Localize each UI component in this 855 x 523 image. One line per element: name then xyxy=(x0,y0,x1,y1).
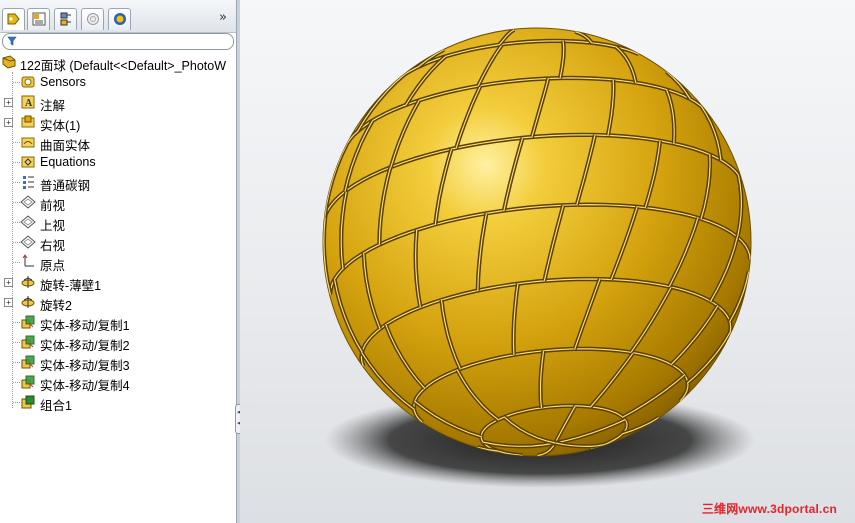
tree-item[interactable]: 组合1 xyxy=(0,392,236,413)
model-scene[interactable] xyxy=(240,0,855,523)
tree-guide-branch xyxy=(13,322,20,323)
sensor-icon xyxy=(21,76,35,88)
tree-item[interactable]: 实体-移动/复制1 xyxy=(0,312,236,333)
tree-item[interactable]: 原点 xyxy=(0,252,236,273)
tab-dimxpert-manager[interactable] xyxy=(81,8,104,30)
annotations-icon: A xyxy=(21,95,35,109)
tree-item[interactable]: 曲面实体 xyxy=(0,132,236,153)
move-copy-body-icon xyxy=(21,315,35,329)
tree-filter-input[interactable] xyxy=(2,33,234,50)
tree-item[interactable]: 实体-移动/复制3 xyxy=(0,352,236,373)
plane-icon xyxy=(20,235,36,249)
tree-guide-branch xyxy=(13,162,20,163)
tree-guide-branch xyxy=(13,82,20,83)
tab-feature-manager[interactable] xyxy=(2,8,25,30)
move-copy-body-icon xyxy=(21,355,35,369)
solid-bodies-icon xyxy=(21,115,35,128)
tree-guide-branch xyxy=(13,142,20,143)
tree-guide-branch xyxy=(13,402,20,403)
property-manager-icon xyxy=(32,12,46,26)
tree-item[interactable]: 前视 xyxy=(0,192,236,213)
tab-display-manager[interactable] xyxy=(108,8,131,30)
tree-root-part[interactable]: 122面球 (Default<<Default>_PhotoW xyxy=(0,52,236,73)
tree-guide-branch xyxy=(13,222,20,223)
combine-icon xyxy=(21,395,35,409)
filter-funnel-icon xyxy=(7,36,17,46)
dimxpert-icon xyxy=(87,13,99,25)
move-copy-body-icon xyxy=(21,335,35,349)
manager-tab-strip: » xyxy=(0,0,236,33)
graphics-viewport[interactable]: 三维网www.3dportal.cn xyxy=(240,0,855,523)
appearance-icon xyxy=(114,13,126,25)
tree-guide-branch xyxy=(13,362,20,363)
tab-configuration-manager[interactable] xyxy=(54,8,77,30)
tree-item-label: 组合1 xyxy=(40,399,72,413)
svg-text:A: A xyxy=(25,98,33,109)
tree-item[interactable]: + 旋转-薄壁1 xyxy=(0,272,236,293)
tree-guide-branch xyxy=(13,202,20,203)
tree-item[interactable]: 上视 xyxy=(0,212,236,233)
tree-guide-branch xyxy=(13,382,20,383)
tree-item[interactable]: 普通碳钢 xyxy=(0,172,236,193)
surface-bodies-icon xyxy=(21,137,35,148)
plane-icon xyxy=(20,215,36,229)
plane-icon xyxy=(20,195,36,209)
move-copy-body-icon xyxy=(21,375,35,389)
tree-item[interactable]: Sensors xyxy=(0,72,236,92)
tree-item[interactable]: + 实体(1) xyxy=(0,112,236,133)
tree-item[interactable]: + A 注解 xyxy=(0,92,236,113)
tree-item[interactable]: 实体-移动/复制4 xyxy=(0,372,236,393)
revolve-icon xyxy=(21,276,35,288)
tree-item-label: Equations xyxy=(40,155,96,169)
feature-manager-panel: » 122面球 (Default<<Default>_PhotoW Sensors… xyxy=(0,0,236,523)
equations-icon xyxy=(21,156,35,168)
watermark-text: 三维网www.3dportal.cn xyxy=(701,502,837,516)
panel-overflow-button[interactable]: » xyxy=(219,10,227,25)
tree-item[interactable]: 右视 xyxy=(0,232,236,253)
tree-item[interactable]: Equations xyxy=(0,152,236,172)
tree-item[interactable]: + 旋转2 xyxy=(0,292,236,313)
tree-item-label: Sensors xyxy=(40,75,86,89)
root-part-icon xyxy=(2,55,16,69)
revolve-icon xyxy=(21,296,35,308)
tree-guide-branch xyxy=(13,262,20,263)
tree-guide-branch xyxy=(13,182,20,183)
feature-tree-icon xyxy=(7,13,20,25)
material-icon xyxy=(23,176,34,189)
configuration-icon xyxy=(60,12,71,26)
tree-guide-line xyxy=(12,72,13,408)
tree-guide-branch xyxy=(13,242,20,243)
tree-guide-branch xyxy=(13,342,20,343)
tab-property-manager[interactable] xyxy=(27,8,50,30)
tree-item[interactable]: 实体-移动/复制2 xyxy=(0,332,236,353)
origin-icon xyxy=(22,254,34,267)
